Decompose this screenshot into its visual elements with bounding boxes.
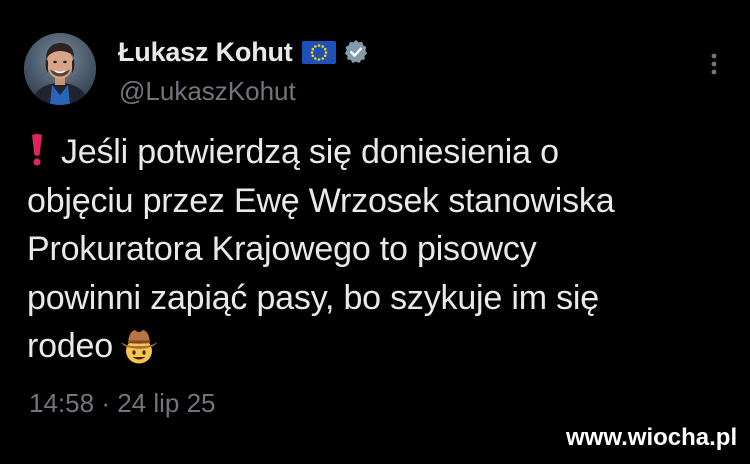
tweet-line-3: Prokuratora Krajowego to pisowcy <box>27 230 537 268</box>
author-name-row: Łukasz Kohut <box>118 34 369 70</box>
tweet-timestamp[interactable]: 14:58 · 24 lip 25 <box>29 388 216 419</box>
meta-separator: · <box>101 388 110 418</box>
tweet-line-2: objęciu przez Ewę Wrzosek stanowiska <box>27 181 615 220</box>
tweet-line-1: Jeśli potwierdzą się doniesienia o <box>61 133 559 171</box>
tweet-time: 14:58 <box>29 388 95 418</box>
red-exclamation-icon <box>27 132 47 166</box>
tweet-line-5: rodeo <box>27 327 113 365</box>
tweet-line-4: powinni zapiąć pasy, bo szykuje im się <box>27 278 599 317</box>
more-options-icon[interactable] <box>700 50 728 80</box>
watermark: www.wiocha.pl <box>566 424 738 451</box>
tweet-date: 24 lip 25 <box>117 388 216 418</box>
author-handle[interactable]: @LukaszKohut <box>119 76 296 107</box>
avatar[interactable] <box>24 33 96 105</box>
author-display-name[interactable]: Łukasz Kohut <box>118 37 293 68</box>
eu-flag-icon <box>301 40 336 64</box>
tweet-text: Jeśli potwierdzą się doniesienia o objęc… <box>27 128 727 371</box>
verified-badge-icon[interactable] <box>343 39 369 65</box>
cowboy-face-emoji-icon <box>119 327 159 365</box>
tweet: Łukasz Kohut @LukaszKohut Jeśli potwierd… <box>0 0 750 464</box>
avatar-portrait-icon <box>24 33 96 105</box>
